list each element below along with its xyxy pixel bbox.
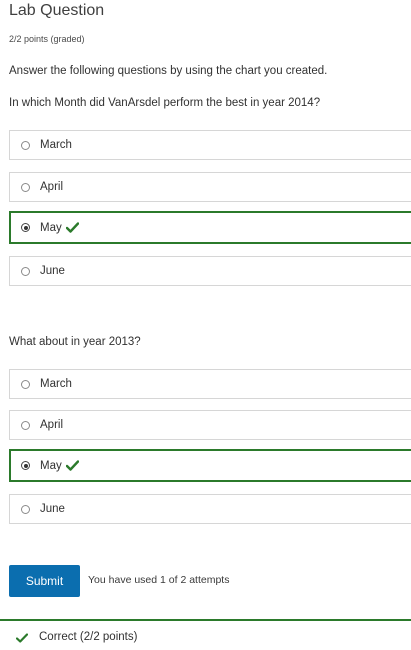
q1-option-april[interactable]: April: [9, 172, 411, 202]
q2-option-june[interactable]: June: [9, 494, 411, 524]
option-label: April: [40, 419, 64, 431]
q1-option-june[interactable]: June: [9, 256, 411, 286]
radio-selected-icon[interactable]: [21, 461, 30, 470]
q2-option-march[interactable]: March: [9, 369, 411, 399]
option-label: April: [40, 181, 64, 193]
checkmark-icon: [16, 633, 28, 643]
radio-unselected-icon[interactable]: [21, 182, 30, 192]
points-status: 2/2 points (graded): [9, 34, 85, 44]
q2-option-may[interactable]: May: [9, 449, 411, 482]
option-label: May: [40, 459, 62, 472]
q1-option-may[interactable]: May: [9, 211, 411, 244]
result-text: Correct (2/2 points): [39, 631, 138, 643]
option-label: March: [40, 378, 72, 390]
correct-check-icon: [65, 222, 79, 233]
q2-option-april[interactable]: April: [9, 410, 411, 440]
lab-question-page: Lab Question 2/2 points (graded) Answer …: [0, 0, 411, 650]
correct-check-icon: [65, 460, 79, 471]
radio-selected-icon[interactable]: [21, 223, 30, 232]
radio-unselected-icon[interactable]: [21, 140, 30, 150]
submit-button[interactable]: Submit: [9, 565, 80, 597]
result-notification: Correct (2/2 points): [0, 619, 411, 650]
radio-unselected-icon[interactable]: [21, 379, 30, 389]
option-label: March: [40, 139, 72, 151]
option-label: May: [40, 221, 62, 234]
radio-unselected-icon[interactable]: [21, 504, 30, 514]
radio-unselected-icon[interactable]: [21, 266, 30, 276]
option-label: June: [40, 503, 65, 515]
instructions-text: Answer the following questions by using …: [9, 65, 328, 77]
radio-unselected-icon[interactable]: [21, 420, 30, 430]
question-1-prompt: In which Month did VanArsdel perform the…: [9, 97, 321, 109]
option-label: June: [40, 265, 65, 277]
page-title: Lab Question: [9, 2, 105, 19]
q1-option-march[interactable]: March: [9, 130, 411, 160]
question-2-prompt: What about in year 2013?: [9, 336, 141, 348]
attempts-text: You have used 1 of 2 attempts: [88, 574, 230, 586]
